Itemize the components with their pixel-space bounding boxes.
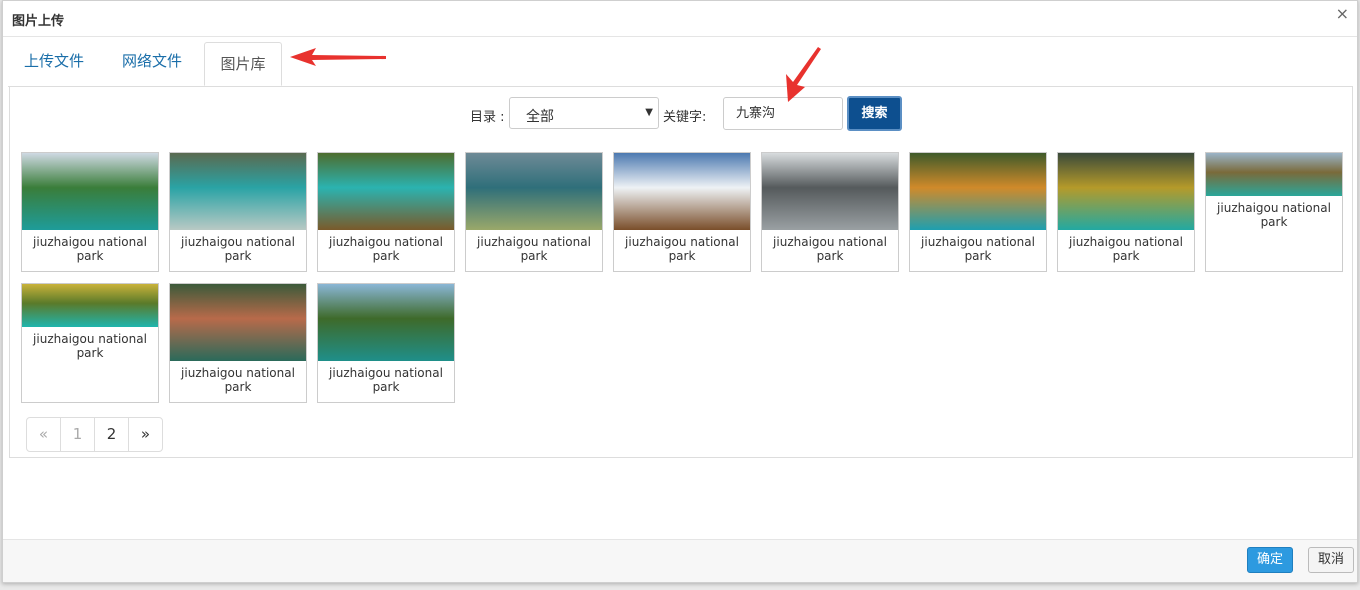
tab-upload-file[interactable]: 上传文件: [24, 50, 84, 71]
image-preview: [466, 153, 602, 230]
image-thumbnail[interactable]: jiuzhaigou national park: [465, 152, 603, 272]
image-caption: jiuzhaigou national park: [921, 235, 1035, 263]
image-preview: [22, 153, 158, 230]
pagination-page-2[interactable]: 2: [94, 417, 129, 452]
image-preview: [1058, 153, 1194, 230]
pagination-next[interactable]: »: [128, 417, 163, 452]
pagination-prev[interactable]: «: [26, 417, 61, 452]
image-caption: jiuzhaigou national park: [181, 366, 295, 394]
dialog-header: 图片上传 ×: [3, 1, 1357, 37]
image-thumbnail[interactable]: jiuzhaigou national park: [613, 152, 751, 272]
image-caption: jiuzhaigou national park: [181, 235, 295, 263]
dialog-footer: 确定 取消: [3, 539, 1357, 582]
image-preview: [318, 153, 454, 230]
image-thumbnail[interactable]: jiuzhaigou national park: [169, 283, 307, 403]
close-icon[interactable]: ×: [1336, 4, 1349, 23]
image-thumbnail[interactable]: jiuzhaigou national park: [317, 152, 455, 272]
image-caption: jiuzhaigou national park: [1069, 235, 1183, 263]
image-preview: [170, 153, 306, 230]
image-preview: [22, 284, 158, 327]
image-caption: jiuzhaigou national park: [329, 366, 443, 394]
image-thumbnail[interactable]: jiuzhaigou national park: [761, 152, 899, 272]
image-caption: jiuzhaigou national park: [329, 235, 443, 263]
image-caption: jiuzhaigou national park: [625, 235, 739, 263]
tab-network-file[interactable]: 网络文件: [122, 50, 182, 71]
directory-label: 目录 :: [470, 110, 505, 125]
image-upload-dialog: 图片上传 × 上传文件 网络文件 图片库 目录 : 全部 ▼ 关键字: 九寨沟 …: [2, 0, 1358, 583]
image-caption: jiuzhaigou national park: [773, 235, 887, 263]
image-caption: jiuzhaigou national park: [477, 235, 591, 263]
keyword-label: 关键字:: [663, 110, 707, 125]
keyword-input[interactable]: 九寨沟: [723, 97, 843, 130]
image-caption: jiuzhaigou national park: [33, 332, 147, 360]
image-thumbnail[interactable]: jiuzhaigou national park: [909, 152, 1047, 272]
image-preview: [910, 153, 1046, 230]
dialog-title: 图片上传: [12, 14, 65, 29]
tab-bar: 上传文件 网络文件 图片库: [8, 42, 1352, 87]
image-thumbnail[interactable]: jiuzhaigou national park: [169, 152, 307, 272]
image-thumbnail[interactable]: jiuzhaigou national park: [1205, 152, 1343, 272]
image-caption: jiuzhaigou national park: [33, 235, 147, 263]
image-thumbnail[interactable]: jiuzhaigou national park: [1057, 152, 1195, 272]
chevron-down-icon: ▼: [645, 107, 653, 118]
directory-select[interactable]: 全部 ▼: [509, 97, 659, 129]
pagination-page-1[interactable]: 1: [60, 417, 95, 452]
image-preview: [762, 153, 898, 230]
tab-image-library[interactable]: 图片库: [204, 42, 282, 86]
image-thumbnail[interactable]: jiuzhaigou national park: [21, 152, 159, 272]
search-button[interactable]: 搜索: [847, 96, 902, 131]
confirm-button[interactable]: 确定: [1247, 547, 1293, 573]
image-preview: [614, 153, 750, 230]
cancel-button[interactable]: 取消: [1308, 547, 1354, 573]
directory-select-value: 全部: [526, 109, 554, 125]
image-caption: jiuzhaigou national park: [1217, 201, 1331, 229]
image-preview: [318, 284, 454, 361]
image-thumbnail[interactable]: jiuzhaigou national park: [317, 283, 455, 403]
image-preview: [170, 284, 306, 361]
image-library-panel: 目录 : 全部 ▼ 关键字: 九寨沟 搜索 jiuzhaigou nationa…: [9, 86, 1353, 458]
image-thumbnail[interactable]: jiuzhaigou national park: [21, 283, 159, 403]
search-toolbar: 目录 : 全部 ▼ 关键字: 九寨沟 搜索: [10, 96, 1352, 131]
image-preview: [1206, 153, 1342, 196]
